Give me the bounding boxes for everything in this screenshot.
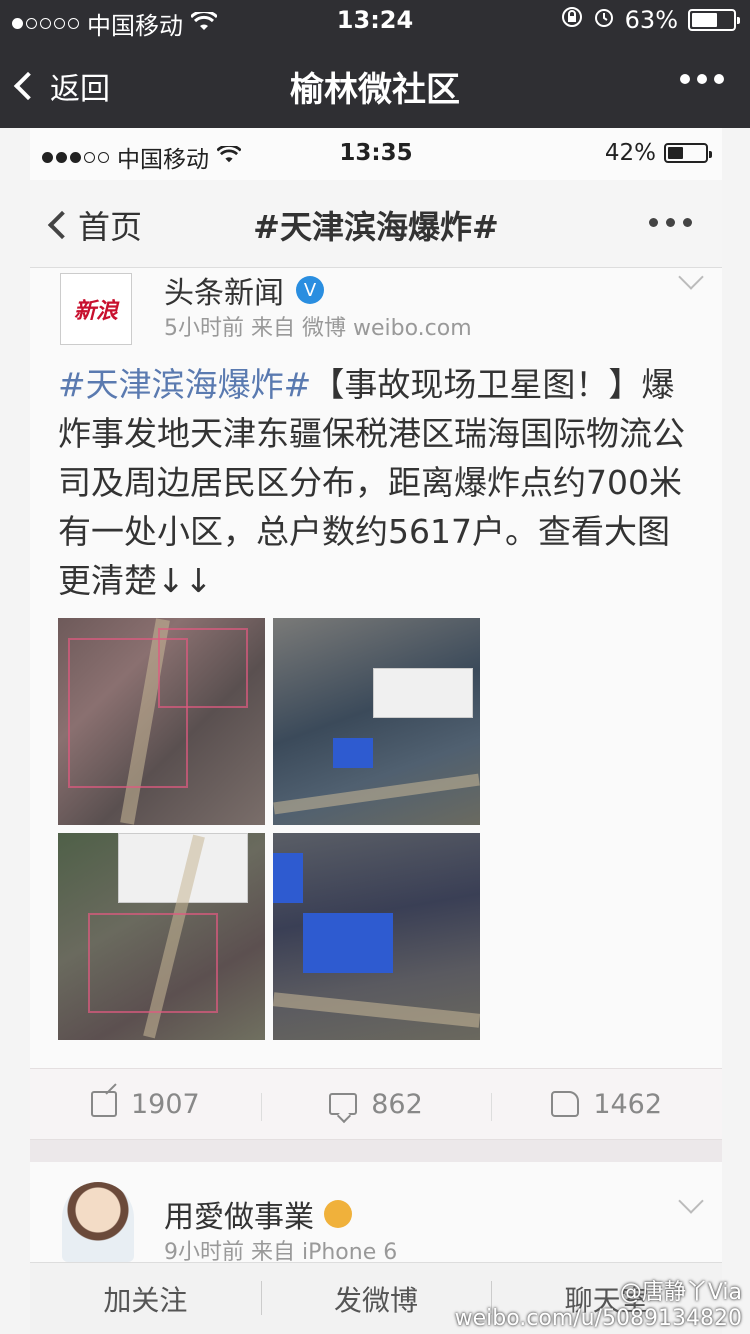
divider [30, 1140, 722, 1162]
watermark-url: weibo.com/u/5089134820 [454, 1306, 742, 1331]
rotation-lock-icon [561, 6, 583, 34]
inner-battery-percent: 42% [604, 140, 656, 166]
battery-percent: 63% [624, 6, 678, 34]
image-grid [58, 618, 480, 1040]
avatar[interactable] [62, 1182, 134, 1262]
post-meta: 5小时前 来自 微博 weibo.com [164, 316, 472, 341]
weibo-post-2: 用愛做事業 9小时前 来自 iPhone 6 [30, 1162, 722, 1265]
like-button[interactable]: 1462 [491, 1088, 722, 1121]
weibo-post: 新浪 头条新闻 V 5小时前 来自 微博 weibo.com #天津滨海爆炸#【… [30, 264, 722, 1068]
post-author[interactable]: 头条新闻 V [164, 268, 324, 312]
author-name: 用愛做事業 [164, 1200, 314, 1235]
outer-nav-bar: 返回 榆林微社区 [0, 40, 750, 128]
chevron-down-icon[interactable] [678, 264, 704, 290]
satellite-image-2[interactable] [273, 618, 480, 825]
like-count: 1462 [593, 1088, 663, 1120]
post-action-bar: 1907 862 1462 [30, 1068, 722, 1140]
status-right: 63% [561, 6, 740, 34]
follow-button[interactable]: 加关注 [30, 1279, 261, 1319]
repost-button[interactable]: 1907 [30, 1089, 261, 1120]
post-text: #天津滨海爆炸#【事故现场卫星图！】爆炸事发地天津东疆保税港区瑞海国际物流公司及… [58, 360, 698, 605]
repost-icon [90, 1091, 117, 1117]
watermark-user: @唐静丫Via [619, 1280, 742, 1305]
embedded-screenshot: 中国移动 13:35 42% 首页 #天津滨海爆炸# 新浪 头条新闻 V 5小时… [30, 128, 722, 1334]
hashtag-link[interactable]: #天津滨海爆炸# [58, 365, 311, 404]
more-options-icon[interactable] [680, 74, 724, 84]
thumbs-up-icon [551, 1091, 580, 1117]
inner-nav-bar: 首页 #天津滨海爆炸# [30, 180, 722, 268]
chevron-down-icon[interactable] [678, 1188, 704, 1214]
inner-status-bar: 中国移动 13:35 42% [30, 128, 722, 180]
alarm-icon [593, 6, 615, 34]
inner-page-title: #天津滨海爆炸# [253, 208, 499, 246]
post-author[interactable]: 用愛做事業 [164, 1192, 352, 1236]
satellite-image-1[interactable] [58, 618, 265, 825]
author-name: 头条新闻 [164, 276, 284, 311]
inner-battery-icon [664, 143, 712, 163]
comment-icon [329, 1093, 358, 1115]
satellite-image-3[interactable] [58, 833, 265, 1040]
repost-count: 1907 [130, 1088, 200, 1120]
weibo-watermark: @唐静丫Via weibo.com/u/5089134820 [455, 1280, 742, 1332]
comment-button[interactable]: 862 [260, 1088, 492, 1121]
emoji-icon [324, 1200, 352, 1228]
inner-status-right: 42% [604, 140, 712, 166]
battery-icon [688, 9, 740, 31]
verified-badge-icon: V [296, 276, 324, 304]
inner-more-options-icon[interactable] [649, 218, 692, 227]
satellite-image-4[interactable] [273, 833, 480, 1040]
comment-count: 862 [371, 1088, 423, 1120]
avatar[interactable]: 新浪 [60, 273, 132, 345]
page-title: 榆林微社区 [290, 70, 460, 110]
outer-status-bar: 中国移动 13:24 63% [0, 0, 750, 40]
